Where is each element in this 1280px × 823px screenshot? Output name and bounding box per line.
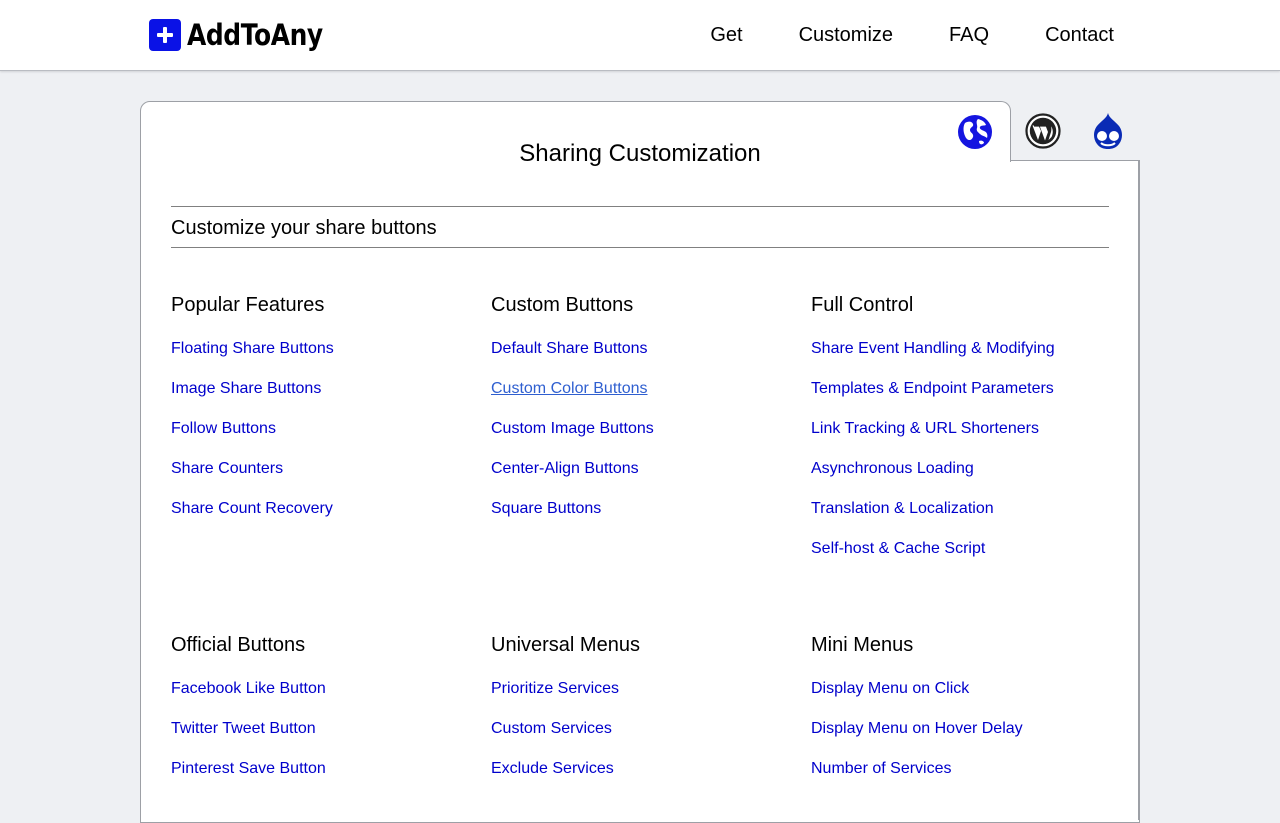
nav-customize[interactable]: Customize (799, 23, 893, 47)
link-image-share-buttons[interactable]: Image Share Buttons (171, 380, 321, 397)
link-asynchronous-loading[interactable]: Asynchronous Loading (811, 460, 974, 477)
main-nav: Get Customize FAQ Contact (654, 23, 1114, 47)
subheader-text: Customize your share buttons (171, 217, 437, 239)
nav-get[interactable]: Get (710, 23, 742, 47)
link-default-share-buttons[interactable]: Default Share Buttons (491, 340, 648, 357)
section-mini-menus: Mini Menus Display Menu on Click Display… (811, 633, 1111, 799)
link-self-host-cache-script[interactable]: Self-host & Cache Script (811, 540, 985, 557)
section-heading: Full Control (811, 294, 914, 316)
panel-right-border (1138, 160, 1139, 820)
link-facebook-like-button[interactable]: Facebook Like Button (171, 680, 326, 697)
link-number-of-services[interactable]: Number of Services (811, 760, 952, 777)
link-custom-services[interactable]: Custom Services (491, 720, 612, 737)
section-heading: Official Buttons (171, 634, 306, 656)
section-heading: Mini Menus (811, 634, 914, 656)
section-subheader: Customize your share buttons (171, 206, 1109, 248)
link-pinterest-save-button[interactable]: Pinterest Save Button (171, 760, 326, 777)
link-display-menu-on-click[interactable]: Display Menu on Click (811, 680, 969, 697)
link-display-menu-on-hover-delay[interactable]: Display Menu on Hover Delay (811, 720, 1023, 737)
plus-icon (149, 19, 181, 51)
link-share-counters[interactable]: Share Counters (171, 460, 283, 477)
section-heading: Universal Menus (491, 634, 640, 656)
link-exclude-services[interactable]: Exclude Services (491, 760, 614, 777)
section-heading: Popular Features (171, 294, 325, 316)
nav-contact[interactable]: Contact (1045, 23, 1114, 47)
link-templates-endpoint-parameters[interactable]: Templates & Endpoint Parameters (811, 380, 1054, 397)
section-universal-menus: Universal Menus Prioritize Services Cust… (491, 633, 791, 799)
section-heading: Custom Buttons (491, 294, 634, 316)
nav-faq[interactable]: FAQ (949, 23, 989, 47)
link-twitter-tweet-button[interactable]: Twitter Tweet Button (171, 720, 316, 737)
section-official-buttons: Official Buttons Facebook Like Button Tw… (171, 633, 471, 799)
link-link-tracking[interactable]: Link Tracking & URL Shorteners (811, 420, 1039, 437)
link-share-count-recovery[interactable]: Share Count Recovery (171, 500, 333, 517)
link-square-buttons[interactable]: Square Buttons (491, 500, 601, 517)
link-share-event-handling[interactable]: Share Event Handling & Modifying (811, 340, 1055, 357)
top-navigation-bar: AddToAny Get Customize FAQ Contact (0, 0, 1280, 71)
section-custom-buttons: Custom Buttons Default Share Buttons Cus… (491, 293, 791, 539)
section-popular-features: Popular Features Floating Share Buttons … (171, 293, 471, 539)
link-custom-image-buttons[interactable]: Custom Image Buttons (491, 420, 654, 437)
link-floating-share-buttons[interactable]: Floating Share Buttons (171, 340, 334, 357)
section-full-control: Full Control Share Event Handling & Modi… (811, 293, 1111, 579)
link-translation-localization[interactable]: Translation & Localization (811, 500, 994, 517)
addtoany-logo[interactable]: AddToAny (149, 17, 345, 53)
link-prioritize-services[interactable]: Prioritize Services (491, 680, 619, 697)
link-custom-color-buttons[interactable]: Custom Color Buttons (491, 380, 648, 397)
page-title: Sharing Customization (519, 140, 761, 167)
link-center-align-buttons[interactable]: Center-Align Buttons (491, 460, 639, 477)
link-follow-buttons[interactable]: Follow Buttons (171, 420, 276, 437)
logo-text: AddToAny (187, 18, 323, 52)
